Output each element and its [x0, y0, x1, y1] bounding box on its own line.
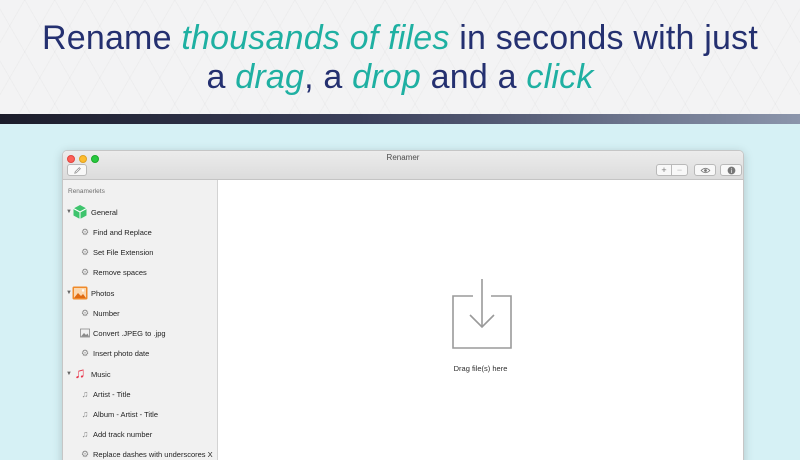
drop-zone-label: Drag file(s) here [453, 364, 508, 373]
download-tray-icon [452, 279, 512, 349]
hero-highlight: drop [352, 58, 422, 96]
sidebar: Renamerlets ▼ General ⚙ Find and Replace… [63, 180, 218, 460]
music-note-icon: ♫ [81, 409, 89, 419]
hero-text: a [206, 58, 236, 96]
sidebar-item-label: Number [93, 308, 120, 318]
hero-highlight: thousands of files [181, 19, 450, 57]
add-button[interactable]: + [656, 164, 672, 176]
hero-headline-line-1: Rename thousands of files in seconds wit… [0, 18, 800, 58]
sidebar-item-label: Remove spaces [93, 267, 147, 277]
sidebar-item-label: Artist - Title [93, 389, 131, 399]
app-window: Renamer + − i Renamerlets ▼ General ⚙ Fi… [62, 150, 744, 460]
music-note-icon: ♫ [81, 429, 89, 439]
window-title: Renamer [386, 153, 420, 162]
photo-icon [72, 286, 88, 300]
sidebar-item-convert-jpeg[interactable]: Convert .JPEG to .jpg [63, 323, 218, 343]
sidebar-item-label: Replace dashes with underscores X [93, 449, 213, 459]
gear-icon: ⚙ [80, 448, 90, 459]
gradient-divider [0, 114, 800, 124]
gear-icon: ⚙ [80, 266, 90, 277]
image-icon [80, 328, 90, 338]
music-note-icon: ♫ [74, 365, 86, 382]
sidebar-item-number[interactable]: ⚙ Number [63, 303, 218, 323]
sidebar-item-find-and-replace[interactable]: ⚙ Find and Replace [63, 222, 218, 242]
hero-headline-line-2: a drag, a drop and a click [0, 57, 800, 97]
cube-icon [73, 205, 87, 219]
sidebar-item-label: Set File Extension [93, 247, 154, 257]
sidebar-item-replace-dashes[interactable]: ⚙ Replace dashes with underscores X [63, 444, 218, 460]
sidebar-item-artist-title[interactable]: ♫ Artist - Title [63, 384, 218, 404]
gear-icon: ⚙ [80, 307, 90, 318]
sidebar-item-remove-spaces[interactable]: ⚙ Remove spaces [63, 262, 218, 282]
sidebar-item-label: Album - Artist - Title [93, 409, 159, 419]
remove-button[interactable]: − [672, 164, 688, 176]
hero-highlight: click [526, 58, 594, 96]
group-label: General [91, 207, 118, 217]
sidebar-item-album-artist-title[interactable]: ♫ Album - Artist - Title [63, 404, 218, 424]
sidebar-item-label: Find and Replace [93, 227, 152, 237]
group-general[interactable]: ▼ General [63, 202, 218, 222]
sidebar-item-add-track-number[interactable]: ♫ Add track number [63, 424, 218, 444]
music-note-icon: ♫ [81, 389, 89, 399]
hero-text: Rename [41, 19, 182, 57]
info-icon: i [727, 166, 735, 174]
sidebar-item-label: Add track number [93, 429, 153, 439]
sidebar-item-insert-photo-date[interactable]: ⚙ Insert photo date [63, 343, 218, 363]
group-label: Music [91, 369, 111, 379]
preview-button[interactable] [694, 164, 716, 176]
hero-text: , a [304, 58, 353, 96]
info-button[interactable]: i [720, 164, 742, 176]
hero-text: and a [421, 58, 527, 96]
edit-button[interactable] [67, 164, 87, 176]
eye-icon [700, 167, 710, 173]
pencil-icon [73, 166, 81, 174]
hero-text: in seconds with just [449, 19, 759, 57]
gear-icon: ⚙ [80, 246, 90, 257]
gear-icon: ⚙ [80, 226, 90, 237]
sidebar-header: Renamerlets [68, 188, 105, 195]
drop-zone[interactable]: Drag file(s) here [218, 180, 743, 460]
sidebar-item-label: Convert .JPEG to .jpg [93, 328, 166, 338]
title-bar[interactable]: Renamer + − i [63, 151, 743, 180]
svg-text:i: i [730, 167, 732, 174]
hero-banner: Rename thousands of files in seconds wit… [0, 0, 800, 114]
group-photos[interactable]: ▼ Photos [63, 283, 218, 303]
gear-icon: ⚙ [80, 347, 90, 358]
sidebar-item-set-file-extension[interactable]: ⚙ Set File Extension [63, 242, 218, 262]
group-label: Photos [91, 288, 115, 298]
group-music[interactable]: ▼ ♫ Music [63, 364, 218, 384]
sidebar-item-label: Insert photo date [93, 348, 150, 358]
hero-highlight: drag [235, 58, 305, 96]
